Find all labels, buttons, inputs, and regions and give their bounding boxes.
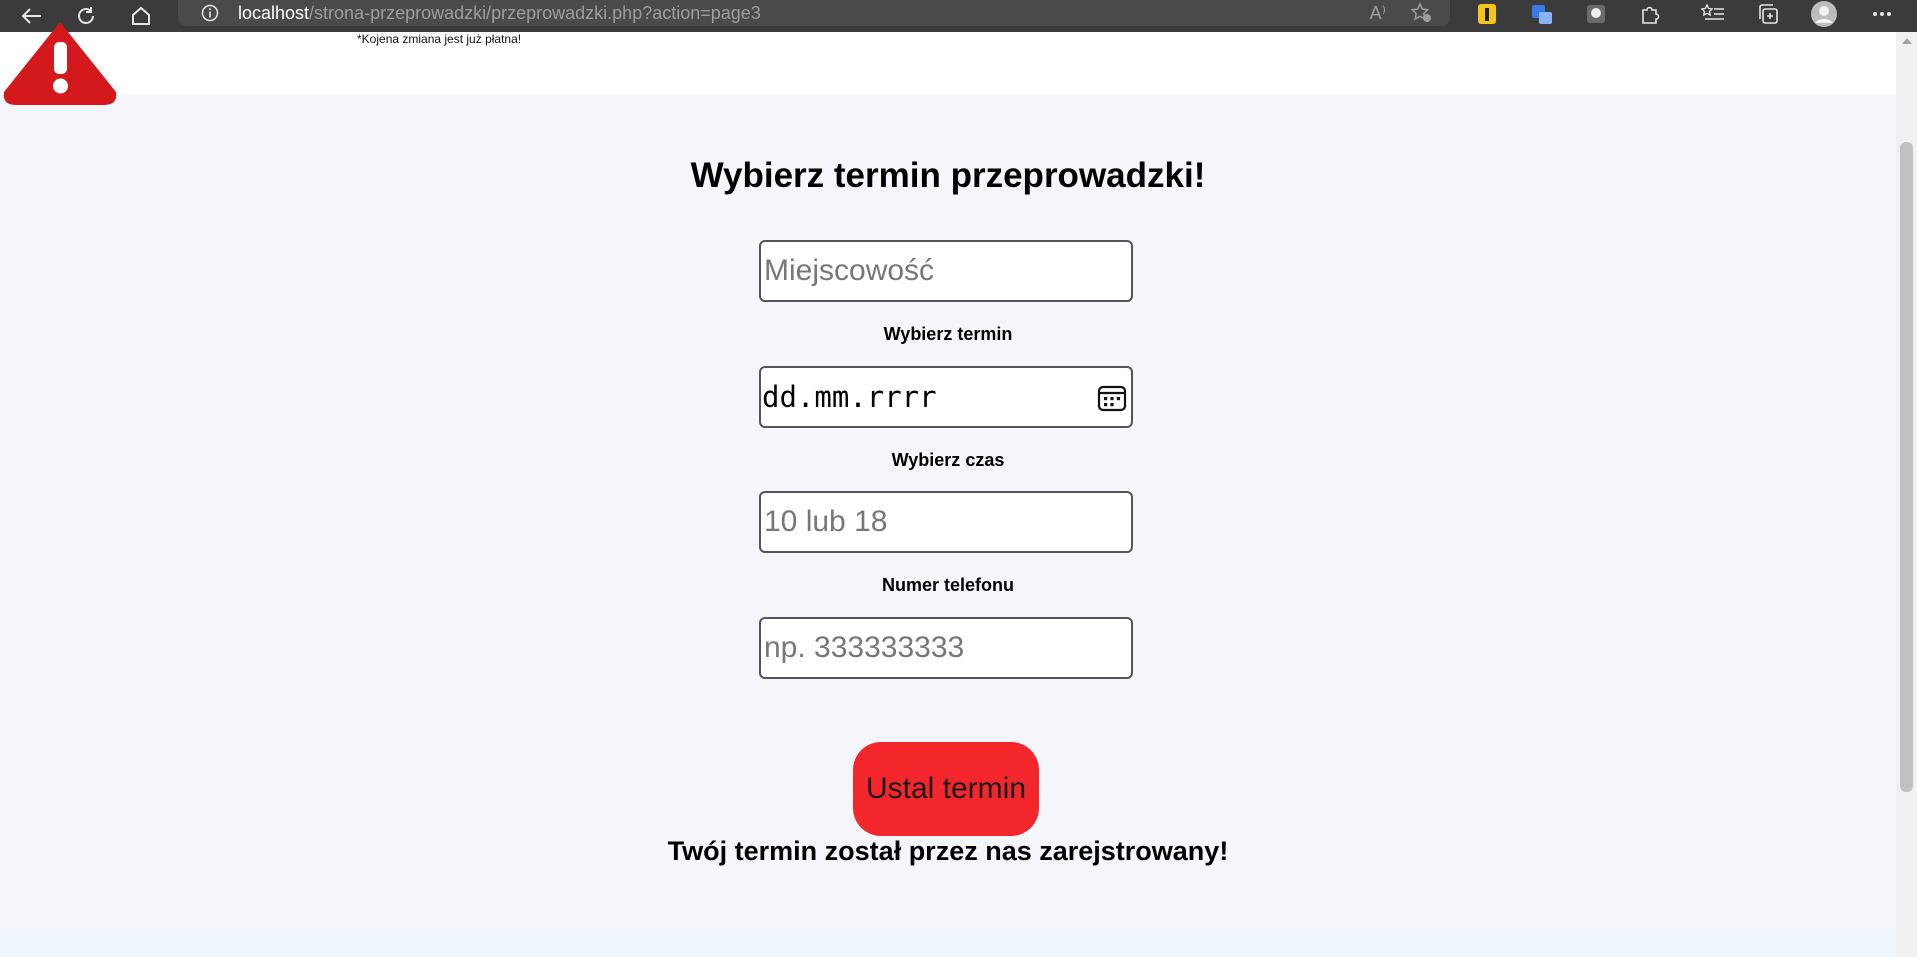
success-message: Twój termin został przez nas zarejstrowa…: [667, 836, 1229, 866]
city-field[interactable]: [759, 240, 1133, 302]
url-path: /strona-przeprowadzki/przeprowadzki.php?…: [309, 2, 761, 23]
extension-notes-icon[interactable]: [1472, 0, 1502, 28]
page-title: Wybierz termin przeprowadzki!: [690, 156, 1206, 195]
collections-icon[interactable]: [1753, 0, 1783, 28]
extension-bulb-icon[interactable]: [1581, 0, 1611, 28]
address-bar[interactable]: localhost/strona-przeprowadzki/przeprowa…: [178, 0, 1450, 26]
time-label: Wybierz czas: [891, 450, 1005, 470]
price-notice: *Kojena zmiana jest już płatna!: [357, 32, 522, 46]
city-input[interactable]: [762, 253, 1096, 289]
site-info-icon[interactable]: [200, 3, 220, 23]
extensions-puzzle-icon[interactable]: [1635, 0, 1665, 28]
home-icon[interactable]: [121, 0, 161, 32]
set-date-button[interactable]: Ustal termin: [853, 742, 1039, 836]
warning-icon: [2, 22, 118, 111]
phone-label: Numer telefonu: [881, 575, 1014, 595]
read-aloud-icon[interactable]: A⁾: [1370, 3, 1386, 24]
page-header: *Kojena zmiana jest już płatna!: [0, 22, 1896, 105]
page-footer: [0, 928, 1896, 957]
add-favorite-icon[interactable]: [1410, 2, 1432, 29]
date-field[interactable]: dd.mm.rrrr: [759, 366, 1133, 428]
phone-field[interactable]: [759, 617, 1133, 679]
profile-avatar-icon[interactable]: [1809, 0, 1839, 28]
time-field[interactable]: [759, 491, 1133, 553]
browser-toolbar: localhost/strona-przeprowadzki/przeprowa…: [0, 0, 1917, 32]
scrollbar-thumb[interactable]: [1900, 142, 1913, 792]
url-host: localhost: [238, 2, 310, 23]
scroll-up-arrow-icon[interactable]: [1902, 38, 1912, 44]
settings-more-icon[interactable]: [1867, 0, 1897, 28]
phone-input[interactable]: [762, 630, 1096, 666]
page-content: *Kojena zmiana jest już płatna! Wybierz …: [0, 22, 1896, 957]
calendar-icon[interactable]: [1097, 383, 1127, 418]
translate-icon[interactable]: [1527, 0, 1557, 28]
date-label: Wybierz termin: [883, 324, 1013, 344]
url-text[interactable]: localhost/strona-przeprowadzki/przeprowa…: [238, 3, 761, 24]
date-input[interactable]: dd.mm.rrrr: [762, 380, 937, 414]
vertical-scrollbar[interactable]: [1896, 32, 1917, 957]
time-input[interactable]: [762, 504, 1096, 540]
favorites-list-icon[interactable]: [1698, 0, 1728, 28]
